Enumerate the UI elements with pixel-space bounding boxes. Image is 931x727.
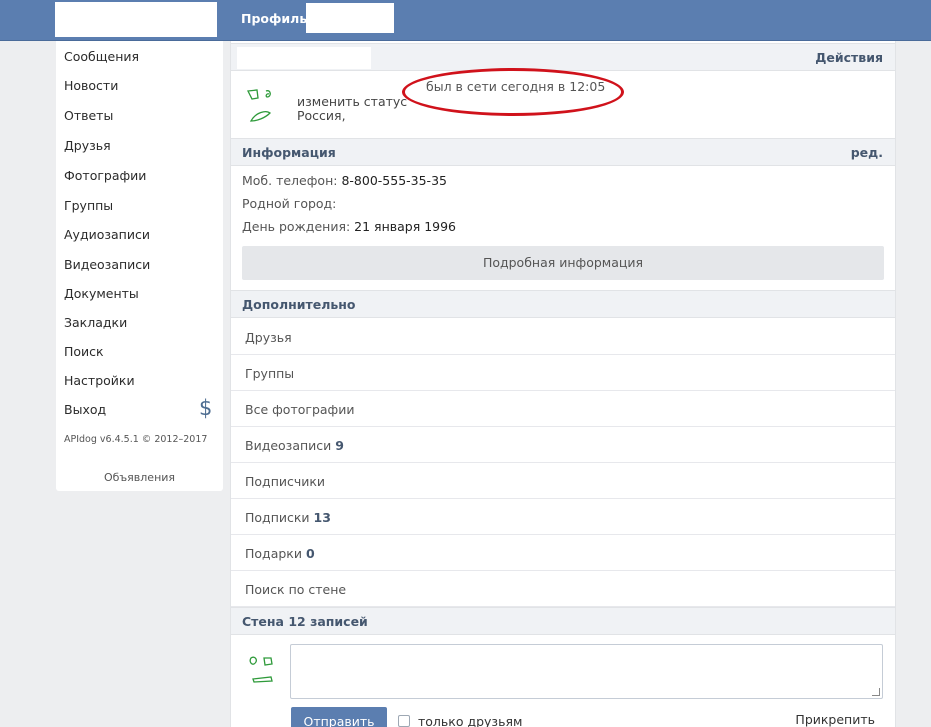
extra-title: Дополнительно <box>242 297 356 312</box>
list-item-wall-search[interactable]: Поиск по стене <box>231 571 895 607</box>
attach-link[interactable]: Прикрепить <box>795 712 875 727</box>
list-item-label: Группы <box>245 366 295 381</box>
list-item-label: Подарки 0 <box>245 546 315 561</box>
list-item-followers[interactable]: Подписчики <box>231 463 895 499</box>
list-item-label: Друзья <box>245 330 292 345</box>
list-item-label: Подписки 13 <box>245 510 331 525</box>
top-bar: Профиль <box>0 0 931 41</box>
profile-name-placeholder <box>237 47 371 69</box>
ads-link[interactable]: Объявления <box>56 471 223 484</box>
page-title: Профиль <box>241 11 308 26</box>
sidebar-item-bookmarks[interactable]: Закладки <box>64 315 127 330</box>
detailed-info-button[interactable]: Подробная информация <box>242 246 884 280</box>
main-content: Действия изменить статус Россия, был в с… <box>230 41 896 727</box>
dollar-icon[interactable]: $ <box>199 396 212 420</box>
list-item-videos[interactable]: Видеозаписи 9 <box>231 427 895 463</box>
phone-value: 8-800-555-35-35 <box>341 173 447 188</box>
profile-header: Действия <box>231 43 895 71</box>
list-item-gifts[interactable]: Подарки 0 <box>231 535 895 571</box>
sidebar-item-news[interactable]: Новости <box>64 78 118 93</box>
profile-name-placeholder <box>306 3 394 33</box>
list-item-label: Поиск по стене <box>245 582 347 597</box>
hometown-label: Родной город: <box>242 196 337 211</box>
version-text: APIdog v6.4.5.1 © 2012–2017 <box>64 434 208 445</box>
highlight-ellipse <box>402 68 624 116</box>
list-item-label: Подписчики <box>245 474 326 489</box>
birthday-row: День рождения: 21 января 1996 <box>242 219 456 234</box>
list-item-label: Все фотографии <box>245 402 355 417</box>
phone-label: Моб. телефон: <box>242 173 338 188</box>
sidebar-item-videos[interactable]: Видеозаписи <box>64 257 150 272</box>
wall-title: Стена 12 записей <box>242 614 368 629</box>
friends-only-checkbox[interactable] <box>398 715 410 727</box>
birthday-label: День рождения: <box>242 219 351 234</box>
sidebar-item-answers[interactable]: Ответы <box>64 108 113 123</box>
change-status-link[interactable]: изменить статус <box>297 94 407 109</box>
resize-handle-icon[interactable] <box>872 688 880 696</box>
sidebar-item-friends[interactable]: Друзья <box>64 138 111 153</box>
sidebar: Сообщения Новости Ответы Друзья Фотограф… <box>56 41 223 491</box>
wall-avatar <box>239 641 289 696</box>
sidebar-item-audio[interactable]: Аудиозаписи <box>64 227 150 242</box>
extra-header: Дополнительно <box>231 290 895 318</box>
phone-row: Моб. телефон: 8-800-555-35-35 <box>242 173 447 188</box>
info-title: Информация <box>242 145 336 160</box>
edit-link[interactable]: ред. <box>851 145 883 160</box>
sidebar-item-search[interactable]: Поиск <box>64 344 104 359</box>
list-item-subscriptions[interactable]: Подписки 13 <box>231 499 895 535</box>
country-text: Россия, <box>297 108 346 123</box>
send-button[interactable]: Отправить <box>291 707 387 727</box>
wall-header: Стена 12 записей <box>231 607 895 635</box>
list-item-groups[interactable]: Группы <box>231 355 895 391</box>
list-item-all-photos[interactable]: Все фотографии <box>231 391 895 427</box>
info-header: Информация ред. <box>231 138 895 166</box>
list-item-friends[interactable]: Друзья <box>231 319 895 355</box>
sidebar-item-settings[interactable]: Настройки <box>64 373 135 388</box>
avatar[interactable] <box>241 71 293 131</box>
sidebar-item-logout[interactable]: Выход <box>64 402 106 417</box>
sidebar-item-photos[interactable]: Фотографии <box>64 168 146 183</box>
hometown-row: Родной город: <box>242 196 336 211</box>
wall-post-input[interactable] <box>290 644 883 699</box>
actions-button[interactable]: Действия <box>815 50 883 65</box>
logo-placeholder[interactable] <box>55 2 217 37</box>
sidebar-item-documents[interactable]: Документы <box>64 286 139 301</box>
sidebar-item-groups[interactable]: Группы <box>64 198 113 213</box>
friends-only-label: только друзьям <box>418 714 523 727</box>
birthday-value: 21 января 1996 <box>354 219 457 234</box>
list-item-label: Видеозаписи 9 <box>245 438 344 453</box>
sidebar-item-messages[interactable]: Сообщения <box>64 49 139 64</box>
